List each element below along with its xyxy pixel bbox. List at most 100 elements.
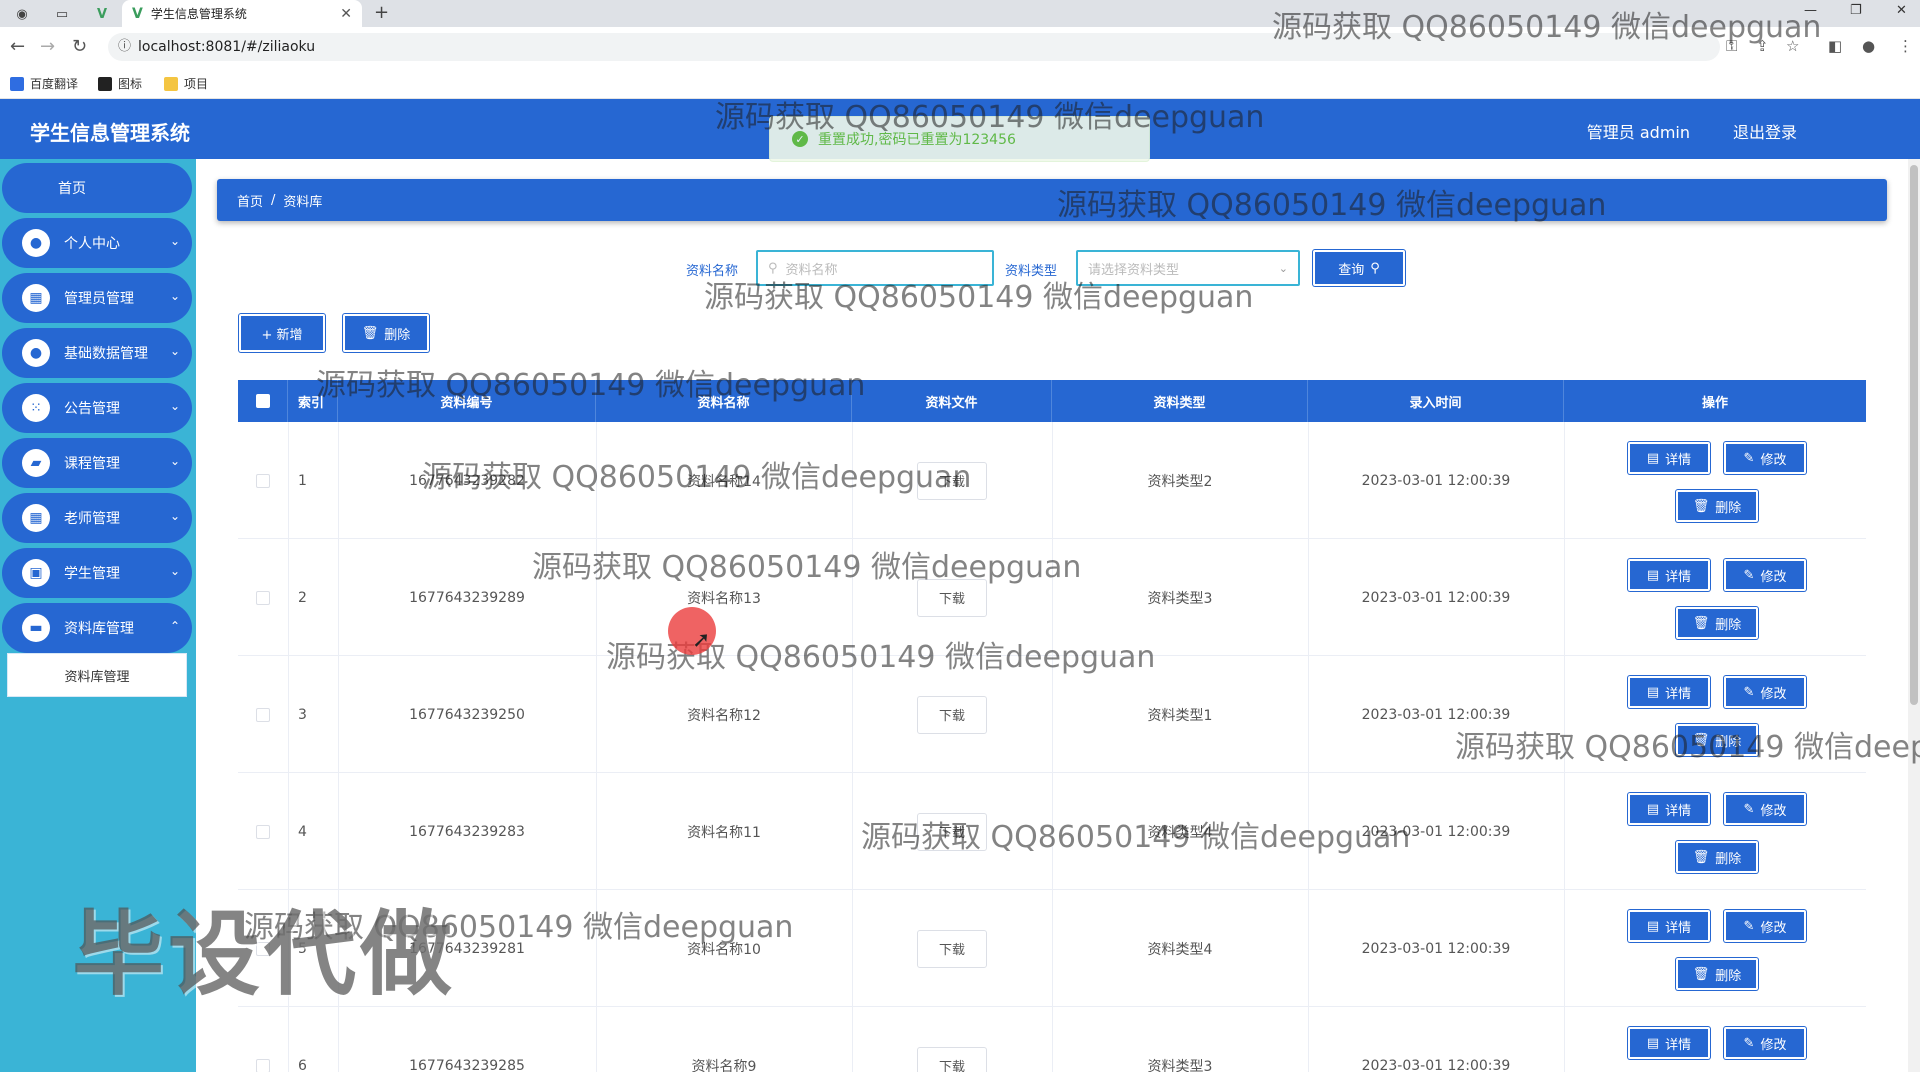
document-icon: ▤ — [1646, 450, 1660, 466]
chevron-down-icon: ⌄ — [169, 234, 180, 248]
edit-button[interactable]: ✎ 修改 — [1724, 793, 1806, 825]
grid-icon: ▦ — [22, 504, 50, 532]
bookmark-icons[interactable]: 图标 — [98, 75, 142, 92]
profile-icon[interactable]: ◉ — [12, 4, 32, 24]
close-window-icon[interactable]: ✕ — [1896, 3, 1907, 18]
detail-button[interactable]: ▤ 详情 — [1628, 676, 1710, 708]
row-checkbox-cell[interactable] — [238, 1007, 288, 1072]
table-row: 6 1677643239285 资料名称9 下载 资料类型3 2023-03-01 12:… — [238, 1007, 1866, 1072]
cell-index: 2 — [298, 589, 307, 606]
forward-icon[interactable]: → — [40, 36, 55, 57]
edit-button[interactable]: ✎ 修改 — [1724, 676, 1806, 708]
cell-actions — [1564, 1007, 1866, 1072]
cell-index: 1 — [298, 472, 307, 489]
sidebar-item-student[interactable]: ▣ 学生管理 ⌄ — [2, 548, 192, 598]
select-all-checkbox[interactable] — [255, 394, 270, 408]
row-checkbox[interactable] — [256, 473, 270, 488]
delete-button[interactable]: 🗑 删除 — [1676, 607, 1758, 639]
breadcrumb-home[interactable]: 首页 — [237, 191, 263, 210]
tab-blank-icon[interactable]: ▭ — [52, 4, 72, 24]
row-checkbox[interactable] — [256, 707, 270, 722]
detail-button[interactable]: ▤ 详情 — [1628, 1027, 1710, 1059]
col-type: 资料类型 — [1052, 380, 1308, 422]
more-icon[interactable]: ⋮ — [1898, 37, 1913, 55]
bookmark-project[interactable]: 项目 — [164, 75, 208, 92]
watermark-text: 源码获取 QQ86050149 微信deepguan — [532, 550, 1082, 585]
cell-time: 2023-03-01 12:00:39 — [1361, 589, 1511, 606]
sidebar-item-course[interactable]: ▰ 课程管理 ⌄ — [2, 438, 192, 488]
watermark-big-text: 毕设代做 — [72, 901, 457, 1008]
bookmark-baidu-translate[interactable]: 百度翻译 — [10, 75, 78, 92]
sidebar-item-notice[interactable]: ⁙ 公告管理 ⌄ — [2, 383, 192, 433]
detail-button[interactable]: ▤ 详情 — [1628, 793, 1710, 825]
pencil-icon: ✎ — [1743, 1035, 1755, 1051]
trash-icon: 🗑 — [1692, 615, 1710, 631]
row-checkbox[interactable] — [256, 1058, 270, 1072]
sidebar-item-home[interactable]: 首页 — [2, 163, 192, 213]
chevron-down-icon: ⌄ — [169, 564, 180, 578]
sidebar-item-teacher[interactable]: ▦ 老师管理 ⌄ — [2, 493, 192, 543]
new-tab-button[interactable]: + — [374, 2, 389, 23]
edit-button[interactable]: ✎ 修改 — [1724, 442, 1806, 474]
sidebar-item-basic-data[interactable]: ● 基础数据管理 ⌄ — [2, 328, 192, 378]
chevron-down-icon: ⌄ — [169, 454, 180, 468]
watermark-text: 源码获取 QQ86050149 微信deepguan — [704, 280, 1254, 315]
cell-index: 3 — [298, 706, 307, 723]
trash-icon: 🗑 — [361, 325, 379, 341]
back-icon[interactable]: ← — [10, 36, 25, 57]
pencil-icon: ✎ — [1743, 918, 1755, 934]
briefcase-icon: ▰ — [22, 449, 50, 477]
sidebar-subitem-library-manage[interactable]: 资料库管理 — [7, 653, 187, 697]
close-tab-icon[interactable]: ✕ — [340, 6, 352, 22]
add-button[interactable]: + 新增 — [239, 314, 325, 352]
cell-type: 资料类型4 — [1147, 941, 1213, 958]
delete-button[interactable]: 🗑 删除 — [1676, 958, 1758, 990]
pencil-icon: ✎ — [1743, 450, 1755, 466]
download-button[interactable]: 下载 — [917, 1046, 987, 1072]
detail-button[interactable]: ▤ 详情 — [1628, 442, 1710, 474]
query-button[interactable]: 查询 ⚲ — [1313, 250, 1405, 286]
detail-button[interactable]: ▤ 详情 — [1628, 559, 1710, 591]
cell-type: 资料类型3 — [1147, 1058, 1213, 1072]
chevron-down-icon: ⌄ — [169, 289, 180, 303]
reload-icon[interactable]: ↻ — [72, 36, 87, 57]
side-panel-icon[interactable]: ◧ — [1828, 37, 1842, 55]
restore-icon[interactable]: ❐ — [1850, 3, 1862, 18]
document-icon: ▤ — [1646, 801, 1660, 817]
info-icon[interactable]: ⓘ — [118, 33, 131, 61]
scrollbar-thumb[interactable] — [1910, 165, 1918, 705]
select-all-checkbox-cell[interactable] — [238, 380, 288, 422]
current-user: 管理员 admin — [1586, 123, 1690, 142]
document-icon: ▤ — [1646, 567, 1660, 583]
trash-icon: 🗑 — [1692, 849, 1710, 865]
download-button[interactable]: 下载 — [917, 929, 987, 968]
cell-code: 1677643239250 — [409, 706, 525, 723]
detail-button[interactable]: ▤ 详情 — [1628, 910, 1710, 942]
edit-button[interactable]: ✎ 修改 — [1724, 559, 1806, 591]
vue-icon[interactable]: V — [92, 4, 112, 24]
row-checkbox[interactable] — [256, 824, 270, 839]
sidebar-item-library[interactable]: ▬ 资料库管理 ⌃ — [2, 603, 192, 653]
trash-icon: 🗑 — [1692, 498, 1710, 514]
document-icon: ▤ — [1646, 684, 1660, 700]
page-scrollbar[interactable] — [1908, 159, 1920, 1072]
row-checkbox-cell[interactable] — [238, 539, 288, 656]
row-checkbox-cell[interactable] — [238, 656, 288, 773]
row-checkbox-cell[interactable] — [238, 422, 288, 539]
batch-delete-button[interactable]: 🗑 删除 — [343, 314, 429, 352]
logout-link[interactable]: 退出登录 — [1733, 119, 1797, 143]
delete-button[interactable]: 🗑 删除 — [1676, 841, 1758, 873]
chevron-down-icon: ⌄ — [169, 344, 180, 358]
browser-tab[interactable]: V 学生信息管理系统 ✕ — [122, 0, 362, 27]
edit-button[interactable]: ✎ 修改 — [1724, 1027, 1806, 1059]
download-button[interactable]: 下载 — [917, 695, 987, 734]
row-checkbox[interactable] — [256, 590, 270, 605]
delete-button[interactable]: 🗑 删除 — [1676, 490, 1758, 522]
account-icon[interactable]: ● — [1862, 37, 1875, 55]
cell-index: 6 — [298, 1057, 307, 1072]
pencil-icon: ✎ — [1743, 801, 1755, 817]
cell-index: 4 — [298, 823, 307, 840]
edit-button[interactable]: ✎ 修改 — [1724, 910, 1806, 942]
row-checkbox-cell[interactable] — [238, 773, 288, 890]
grid-icon: ▦ — [22, 284, 50, 312]
